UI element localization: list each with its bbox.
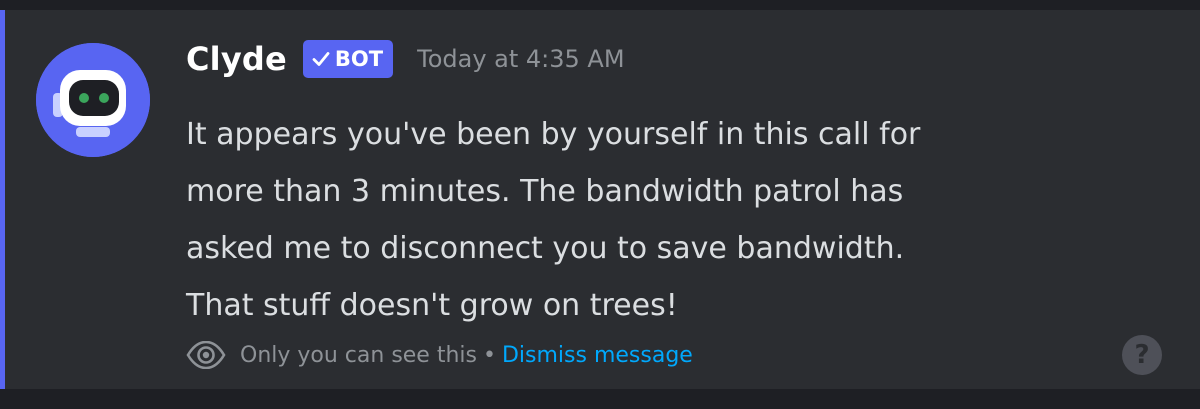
avatar[interactable] bbox=[36, 43, 150, 157]
message-header: Clyde BOT Today at 4:35 AM bbox=[186, 36, 625, 82]
bot-tag-label: BOT bbox=[334, 47, 384, 71]
ephemeral-accent-bar bbox=[0, 10, 5, 389]
author-name[interactable]: Clyde bbox=[186, 40, 287, 78]
ephemeral-footer: Only you can see this • Dismiss message bbox=[186, 335, 693, 375]
bot-tag: BOT bbox=[302, 40, 394, 78]
separator-bullet: • bbox=[482, 342, 496, 368]
help-glyph: ? bbox=[1134, 340, 1150, 370]
message-content: It appears you've been by yourself in th… bbox=[186, 117, 921, 323]
message-timestamp: Today at 4:35 AM bbox=[417, 45, 625, 73]
help-icon[interactable]: ? bbox=[1122, 335, 1162, 375]
ephemeral-message: Clyde BOT Today at 4:35 AM It appears yo… bbox=[0, 10, 1200, 389]
dismiss-message-link[interactable]: Dismiss message bbox=[502, 343, 693, 368]
check-icon bbox=[311, 49, 331, 69]
ephemeral-notice: Only you can see this bbox=[240, 342, 477, 368]
app-frame: Clyde BOT Today at 4:35 AM It appears yo… bbox=[0, 0, 1200, 409]
robot-icon bbox=[36, 43, 150, 157]
eye-icon bbox=[186, 341, 226, 369]
